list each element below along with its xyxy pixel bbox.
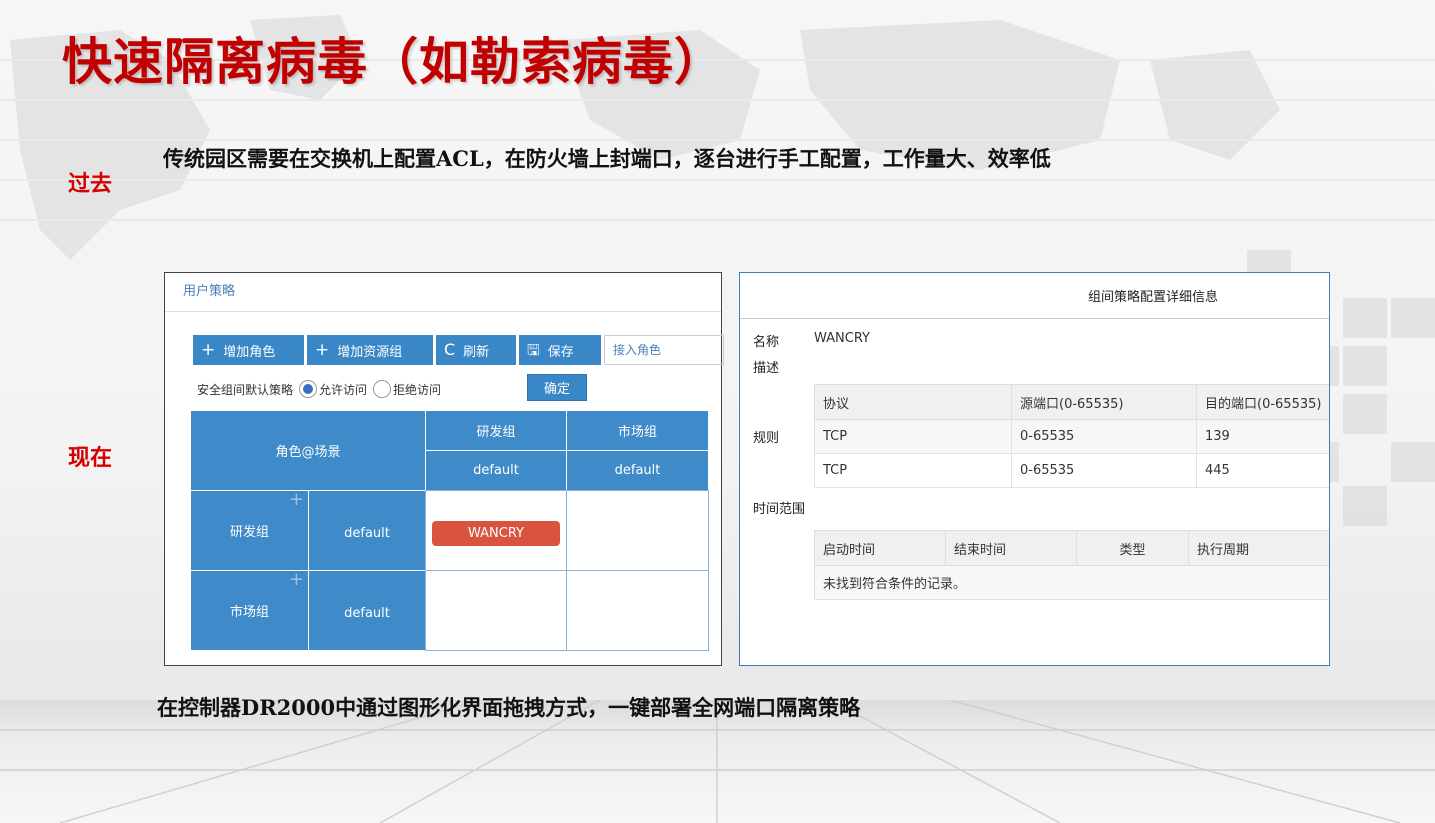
- button-label: 增加角色: [223, 344, 276, 360]
- deny-label: 拒绝访问: [393, 382, 442, 397]
- confirm-button[interactable]: 确定: [527, 374, 587, 401]
- row-group-market: + 市场组: [190, 569, 309, 651]
- add-resource-group-button[interactable]: + 增加资源组: [307, 335, 433, 365]
- name-value: WANCRY: [814, 331, 870, 346]
- table-cell: 139: [1196, 419, 1329, 454]
- button-label: 增加资源组: [337, 344, 403, 360]
- matrix-cell[interactable]: WANCRY: [425, 490, 567, 571]
- empty-message: 未找到符合条件的记录。: [814, 565, 1329, 600]
- plus-icon: +: [315, 339, 330, 360]
- table-row: TCP 0-65535 445: [814, 453, 1329, 488]
- table-cell: TCP: [814, 453, 1012, 488]
- detail-title-text: 组间策略配置详细信息: [1088, 290, 1219, 305]
- save-icon: 🖫: [527, 340, 540, 359]
- plus-icon[interactable]: +: [289, 569, 304, 590]
- policy-label: 安全组间默认策略: [197, 382, 294, 397]
- name-label: 名称: [753, 335, 780, 350]
- user-policy-panel: 用户策略 + 增加角色 + 增加资源组 C 刷新 🖫 保存 接入角色 安全组间默…: [164, 272, 724, 666]
- panel-header: 用户策略: [165, 273, 721, 312]
- add-role-button[interactable]: + 增加角色: [193, 335, 304, 365]
- table-cell: 0-65535: [1011, 419, 1197, 454]
- table-row: 未找到符合条件的记录。: [814, 565, 1329, 600]
- refresh-button[interactable]: C 刷新: [436, 335, 516, 365]
- matrix-cell[interactable]: [566, 490, 709, 571]
- plus-icon: +: [201, 339, 216, 360]
- matrix-cell[interactable]: [566, 570, 709, 651]
- allow-label: 允许访问: [319, 382, 368, 397]
- default-policy-row: 安全组间默认策略 允许访问 拒绝访问: [197, 376, 441, 402]
- desc-label: 描述: [753, 361, 780, 376]
- time-table: 启动时间 结束时间 类型 执行周期 未找到符合条件的记录。: [814, 530, 1329, 600]
- matrix-cell[interactable]: [425, 570, 567, 651]
- button-label: 保存: [547, 344, 574, 360]
- column-scene: default: [425, 450, 567, 491]
- row-group-label: 市场组: [229, 605, 269, 620]
- table-cell: TCP: [814, 419, 1012, 454]
- table-row: TCP 0-65535 139: [814, 419, 1329, 454]
- table-cell: 445: [1196, 453, 1329, 488]
- column-header: 执行周期: [1188, 530, 1329, 566]
- now-label: 现在: [68, 445, 113, 471]
- toolbar: + 增加角色 + 增加资源组 C 刷新 🖫 保存 接入角色: [193, 335, 724, 365]
- rules-table: 协议 源端口(0-65535) 目的端口(0-65535) TCP 0-6553…: [814, 384, 1329, 488]
- page-title: 快速隔离病毒（如勒索病毒）: [62, 32, 725, 91]
- row-scene: default: [308, 490, 426, 571]
- column-header: 类型: [1076, 530, 1189, 566]
- column-header: 启动时间: [814, 530, 946, 566]
- column-group-rd: 研发组: [425, 410, 567, 451]
- column-scene: default: [566, 450, 709, 491]
- column-group-market: 市场组: [566, 410, 709, 451]
- detail-title: 组间策略配置详细信息: [740, 273, 1329, 319]
- column-header: 目的端口(0-65535): [1196, 384, 1329, 420]
- plus-icon[interactable]: +: [289, 489, 304, 510]
- footer-description: 在控制器DR2000中通过图形化界面拖拽方式，一键部署全网端口隔离策略: [157, 695, 861, 720]
- column-header: 源端口(0-65535): [1011, 384, 1197, 420]
- rules-label: 规则: [753, 431, 780, 446]
- past-label: 过去: [68, 171, 113, 197]
- column-header: 协议: [814, 384, 1012, 420]
- matrix-corner: 角色@场景: [190, 410, 426, 491]
- deny-radio[interactable]: [373, 380, 392, 398]
- policy-tag-wancry[interactable]: WANCRY: [432, 521, 560, 546]
- row-group-label: 研发组: [229, 525, 269, 540]
- past-description: 传统园区需要在交换机上配置ACL，在防火墙上封端口，逐台进行手工配置，工作量大、…: [163, 146, 1051, 171]
- refresh-icon: C: [444, 340, 456, 359]
- access-role-input[interactable]: 接入角色: [604, 335, 724, 365]
- row-scene: default: [308, 570, 426, 651]
- column-header: 结束时间: [945, 530, 1077, 566]
- time-range-label: 时间范围: [753, 502, 806, 517]
- allow-radio[interactable]: [299, 380, 318, 398]
- policy-detail-panel: 组间策略配置详细信息 名称 WANCRY 描述 规则 协议 源端口(0-6553…: [739, 272, 1330, 666]
- row-group-rd: + 研发组: [190, 489, 309, 571]
- table-cell: 0-65535: [1011, 453, 1197, 488]
- save-button[interactable]: 🖫 保存: [519, 335, 601, 365]
- button-label: 刷新: [463, 344, 490, 360]
